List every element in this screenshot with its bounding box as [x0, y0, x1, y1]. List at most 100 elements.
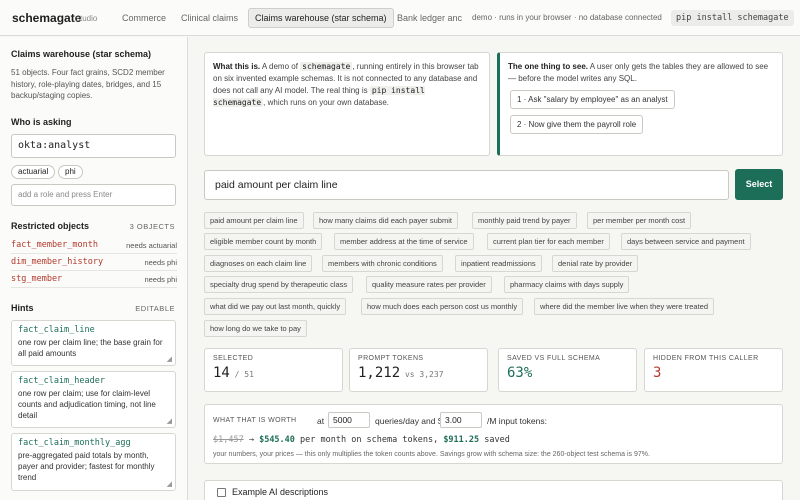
- hint-object-name: fact_claim_monthly_agg: [18, 438, 131, 448]
- stat-label: PROMPT TOKENS: [358, 355, 424, 362]
- stat-number: 3: [653, 365, 662, 381]
- worth-card: WHAT THAT IS WORTH at 5000 queries/day a…: [204, 404, 783, 464]
- add-role-input[interactable]: add a role and press Enter: [11, 184, 176, 206]
- suggestion-chip[interactable]: members with chronic conditions: [322, 255, 443, 272]
- tab-clinical-claims[interactable]: Clinical claims: [175, 8, 244, 28]
- step-1-button[interactable]: 1 · Ask "salary by employee" as an analy…: [510, 90, 675, 109]
- worth-calculation: $1,457 → $545.40 per month on schema tok…: [213, 435, 510, 445]
- tab-commerce[interactable]: Commerce: [116, 8, 172, 28]
- stat-label: SELECTED: [213, 355, 254, 362]
- query-input[interactable]: paid amount per claim line: [204, 170, 729, 200]
- hints-editable-label: EDITABLE: [135, 304, 175, 313]
- stat-label: HIDDEN FROM THIS CALLER: [653, 355, 759, 362]
- pip-install-chip[interactable]: pip install schemagate: [671, 10, 794, 26]
- hint-text: one row per claim; use for claim-level c…: [18, 389, 156, 420]
- suggestion-chip[interactable]: paid amount per claim line: [204, 212, 304, 229]
- worth-at: at: [317, 416, 325, 426]
- stat-sub: / 51: [229, 370, 254, 379]
- suggestion-chip[interactable]: days between service and payment: [621, 233, 751, 250]
- sidebar: Claims warehouse (star schema) 51 object…: [0, 37, 188, 500]
- stat-label: SAVED VS FULL SCHEMA: [507, 355, 601, 362]
- restricted-row: stg_member needs phi: [11, 271, 177, 288]
- suggestion-chip[interactable]: specialty drug spend by therapeutic clas…: [204, 276, 354, 293]
- stat-selected: SELECTED 14 / 51: [204, 348, 343, 392]
- worth-label: WHAT THAT IS WORTH: [213, 417, 297, 424]
- one-thing-card: The one thing to see. A user only gets t…: [497, 52, 783, 156]
- demo-note: demo · runs in your browser · no databas…: [472, 13, 662, 22]
- ai-descriptions-checkbox[interactable]: [217, 488, 226, 497]
- hint-textarea[interactable]: fact_claim_header one row per claim; use…: [11, 371, 176, 428]
- price-per-million-input[interactable]: 3.00: [440, 412, 482, 428]
- suggestion-chip[interactable]: what did we pay out last month, quickly: [204, 298, 347, 315]
- saved-text: saved: [479, 435, 510, 445]
- resize-handle-icon[interactable]: ◢: [167, 355, 172, 363]
- worth-fine-print: your numbers, your prices — this only mu…: [213, 451, 650, 458]
- suggestion-chip[interactable]: per member per month cost: [587, 212, 692, 229]
- suggestion-chip[interactable]: pharmacy claims with days supply: [504, 276, 630, 293]
- suggestion-chip[interactable]: denial rate by provider: [552, 255, 639, 272]
- suggestion-chip[interactable]: quality measure rates per provider: [366, 276, 492, 293]
- info-text: A demo of: [260, 62, 301, 71]
- hint-textarea[interactable]: fact_claim_line one row per claim line; …: [11, 320, 176, 366]
- saved-amount: $911.25: [443, 435, 480, 445]
- restricted-row: fact_member_month needs actuarial: [11, 237, 177, 254]
- tab-claims-warehouse[interactable]: Claims warehouse (star schema): [248, 8, 394, 28]
- resize-handle-icon[interactable]: ◢: [167, 417, 172, 425]
- per-month-text: per month on schema tokens,: [294, 435, 444, 445]
- hint-text: one row per claim line; the base grain f…: [18, 338, 163, 358]
- restricted-object-need: needs phi: [144, 275, 177, 284]
- step-2-button[interactable]: 2 · Now give them the payroll role: [510, 115, 644, 134]
- stat-hidden: HIDDEN FROM THIS CALLER 3: [644, 348, 783, 392]
- restricted-object-name: stg_member: [11, 274, 63, 284]
- brand-subtitle: studio: [76, 14, 98, 23]
- suggestion-chip[interactable]: how much does each person cost us monthl…: [361, 298, 524, 315]
- top-bar: schemagate studio Commerce Clinical clai…: [0, 0, 800, 36]
- suggestion-chip[interactable]: monthly paid trend by payer: [472, 212, 577, 229]
- new-cost: $545.40: [259, 435, 295, 445]
- restricted-row: dim_member_history needs phi: [11, 254, 177, 271]
- hint-object-name: fact_claim_line: [18, 325, 95, 335]
- info-lead: What this is.: [213, 62, 261, 71]
- stat-sub: vs 3,237: [400, 370, 444, 379]
- queries-per-day-input[interactable]: 5000: [328, 412, 370, 428]
- hint-object-name: fact_claim_header: [18, 376, 105, 386]
- suggestion-chip[interactable]: eligible member count by month: [204, 233, 323, 250]
- suggestion-chip[interactable]: where did the member live when they were…: [534, 298, 715, 315]
- schema-description: 51 objects. Four fact grains, SCD2 membe…: [11, 68, 165, 100]
- stat-value: 63%: [507, 365, 628, 381]
- stat-value: 3: [653, 365, 774, 381]
- suggestion-chip[interactable]: how many claims did each payer submit: [313, 212, 458, 229]
- suggestion-chip[interactable]: diagnoses on each claim line: [204, 255, 313, 272]
- restricted-heading: Restricted objects: [11, 221, 90, 231]
- main-panel: What this is. A demo of schemagate, runn…: [189, 37, 800, 500]
- stat-number: 63%: [507, 365, 533, 381]
- ai-descriptions-label[interactable]: Example AI descriptions: [232, 487, 328, 497]
- restricted-object-name: fact_member_month: [11, 240, 98, 250]
- old-cost: $1,457: [213, 435, 244, 445]
- resize-handle-icon[interactable]: ◢: [167, 480, 172, 488]
- suggestion-chip[interactable]: inpatient readmissions: [455, 255, 542, 272]
- schema-title: Claims warehouse (star schema): [11, 49, 152, 59]
- who-input[interactable]: okta:analyst: [11, 134, 176, 158]
- stat-value: 14 / 51: [213, 365, 334, 381]
- suggestion-chip[interactable]: member address at the time of service: [334, 233, 474, 250]
- restricted-object-name: dim_member_history: [11, 257, 104, 267]
- hints-heading: Hints: [11, 303, 34, 313]
- suggestion-chip[interactable]: how long do we take to pay: [204, 320, 307, 337]
- stat-number: 1,212: [358, 365, 401, 381]
- restricted-count: 3 OBJECTS: [129, 222, 175, 231]
- stat-number: 14: [213, 365, 230, 381]
- hint-textarea[interactable]: fact_claim_monthly_agg pre-aggregated pa…: [11, 433, 176, 491]
- tab-bank-ledger[interactable]: Bank ledger anc: [391, 8, 467, 28]
- role-chip-phi[interactable]: phi: [58, 165, 83, 179]
- arrow: →: [243, 435, 260, 445]
- select-button[interactable]: Select: [735, 169, 783, 200]
- role-chip-actuarial[interactable]: actuarial: [11, 165, 56, 179]
- code-chip: schemagate: [300, 62, 353, 71]
- restricted-object-need: needs phi: [144, 258, 177, 267]
- stat-saved: SAVED VS FULL SCHEMA 63%: [498, 348, 637, 392]
- suggestion-chip[interactable]: current plan tier for each member: [487, 233, 610, 250]
- stat-value: 1,212 vs 3,237: [358, 365, 479, 381]
- ai-descriptions-row[interactable]: Example AI descriptions: [204, 480, 783, 500]
- worth-queries-text: queries/day and $: [375, 416, 443, 426]
